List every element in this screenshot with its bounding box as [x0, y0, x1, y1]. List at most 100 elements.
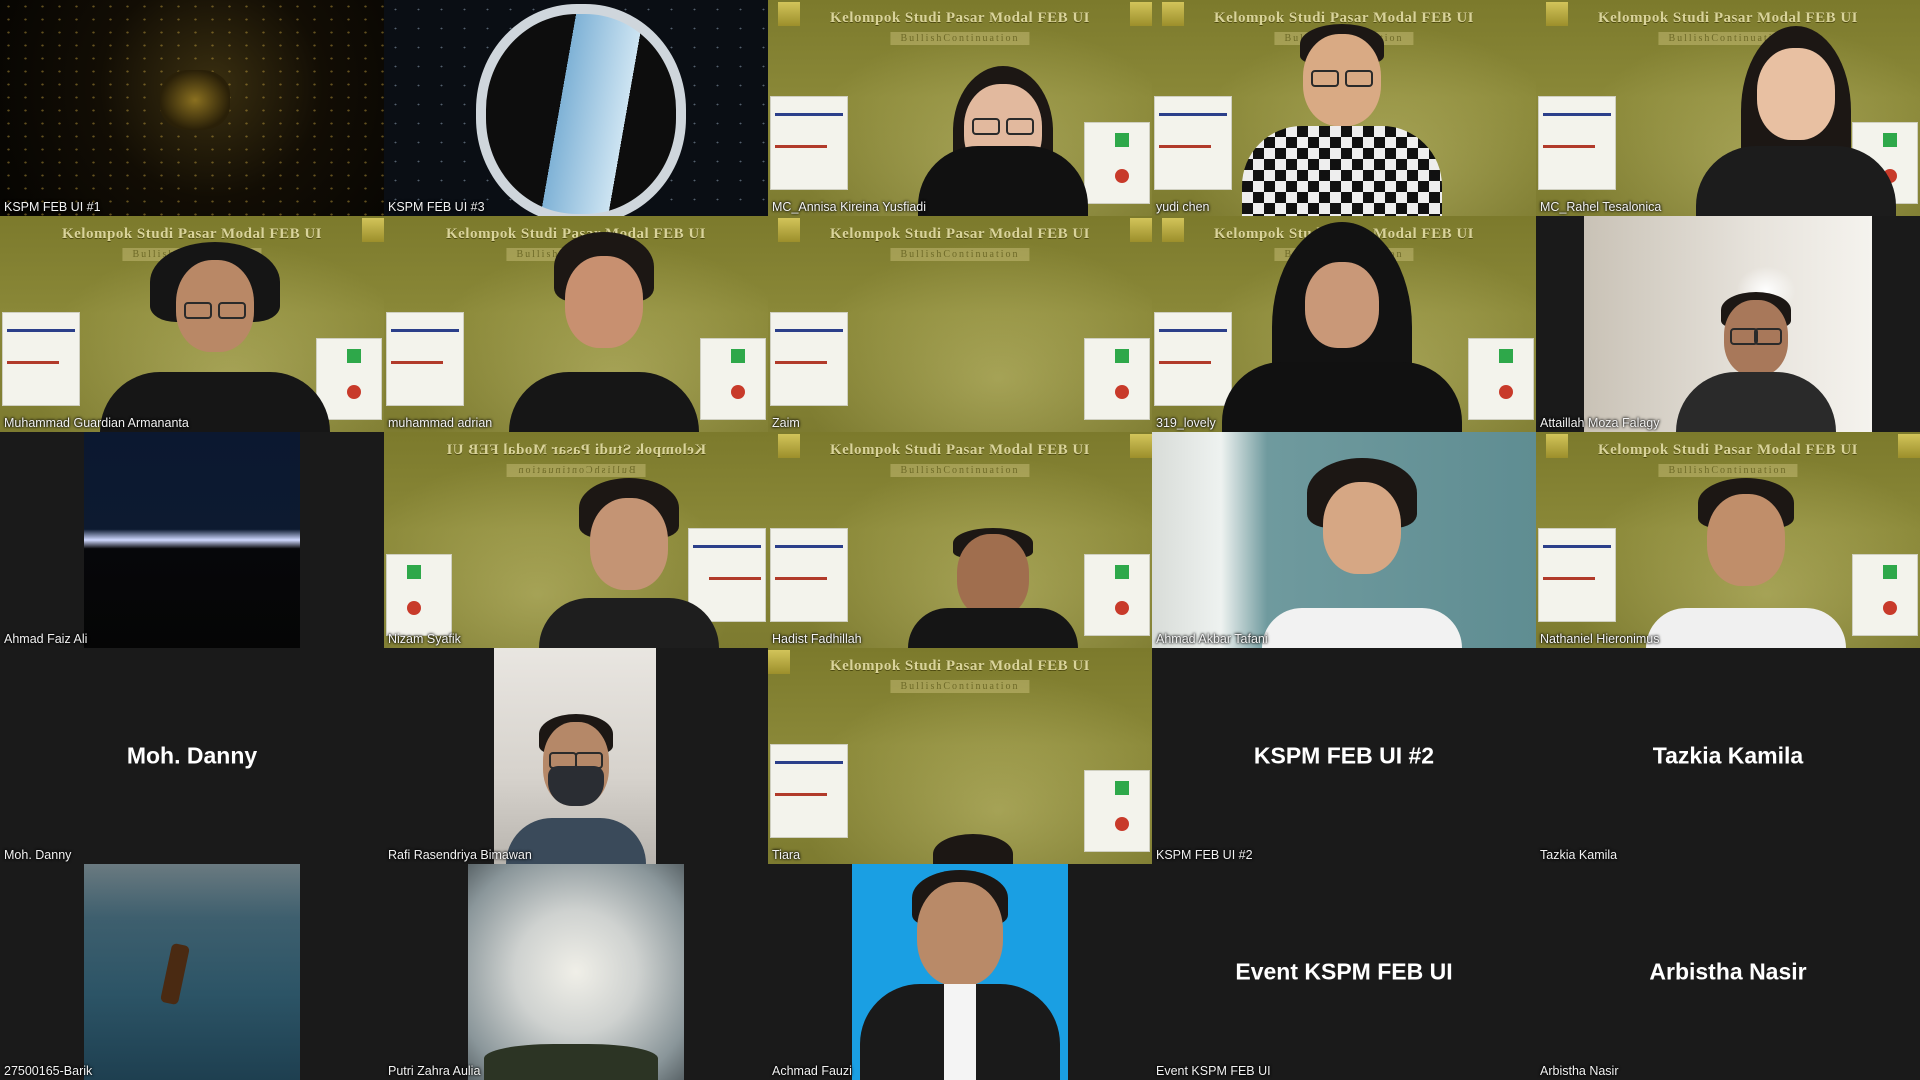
banner-subtitle: BullishContinuation	[506, 464, 646, 477]
banner-title: Kelompok Studi Pasar Modal FEB UI	[1597, 442, 1858, 458]
kspm-logo	[1130, 218, 1152, 242]
kspm-logo	[1546, 434, 1568, 458]
participant-display-name: Arbistha Nasir	[1649, 958, 1807, 985]
media-partner-panel	[1084, 770, 1150, 852]
participant-video	[1646, 478, 1846, 648]
video-tile[interactable]: Kelompok Studi Pasar Modal FEB UI Bullis…	[768, 0, 1152, 216]
video-tile[interactable]: 27500165-Barik	[0, 864, 384, 1080]
virtual-background: Kelompok Studi Pasar Modal FEB UI Bullis…	[768, 216, 1152, 432]
media-partner-panel	[1852, 554, 1918, 636]
kspm-logo	[1546, 2, 1568, 26]
participant-video	[1232, 16, 1452, 216]
sponsor-panel	[1154, 96, 1232, 190]
banner-subtitle: BullishContinuation	[1658, 464, 1798, 477]
participant-name: Putri Zahra Aulia	[388, 1064, 481, 1078]
kspm-logo	[1898, 434, 1920, 458]
video-tile[interactable]: Kelompok Studi Pasar Modal FEB UI Bullis…	[768, 648, 1152, 864]
banner-subtitle: BullishContinuation	[890, 248, 1030, 261]
participant-video	[908, 528, 1078, 648]
kspm-logo	[778, 434, 800, 458]
banner-title: Kelompok Studi Pasar Modal FEB UI	[61, 226, 322, 242]
video-tile[interactable]: Kelompok Studi Pasar Modal FEB UI Bullis…	[1536, 0, 1920, 216]
participant-name: 27500165-Barik	[4, 1064, 93, 1078]
video-tile[interactable]: KSPM FEB UI #3	[384, 0, 768, 216]
video-tile[interactable]: Ahmad Akbar Tafani	[1152, 432, 1536, 648]
participant-video	[860, 864, 1060, 1080]
participant-name: Rafi Rasendriya Bimawan	[388, 848, 532, 862]
participant-display-name: KSPM FEB UI #2	[1253, 742, 1435, 769]
video-tile[interactable]: Attaillah Moza Falagy	[1536, 216, 1920, 432]
kspm-logo	[768, 650, 790, 674]
participant-name: Tiara	[772, 848, 801, 862]
video-tile[interactable]: Arbistha Nasir Arbistha Nasir	[1536, 864, 1920, 1080]
video-tile[interactable]: Kelompok Studi Pasar Modal FEB UI Bullis…	[768, 432, 1152, 648]
participant-video	[1262, 458, 1462, 648]
participant-video	[1696, 26, 1896, 216]
video-tile[interactable]: Kelompok Studi Pasar Modal FEB UI Bullis…	[384, 432, 768, 648]
participant-name: KSPM FEB UI #1	[4, 200, 101, 214]
video-tile[interactable]: Kelompok Studi Pasar Modal FEB UI Bullis…	[0, 216, 384, 432]
kspm-logo	[778, 218, 800, 242]
video-tile[interactable]: Kelompok Studi Pasar Modal FEB UI Bullis…	[768, 216, 1152, 432]
video-tile[interactable]: Putri Zahra Aulia	[384, 864, 768, 1080]
video-tile[interactable]: Rafi Rasendriya Bimawan	[384, 648, 768, 864]
participant-name: Muhammad Guardian Armananta	[4, 416, 189, 430]
participant-name: muhammad adrian	[388, 416, 493, 430]
video-tile[interactable]: Kelompok Studi Pasar Modal FEB UI Bullis…	[1152, 216, 1536, 432]
video-tile[interactable]: Tazkia Kamila Tazkia Kamila	[1536, 648, 1920, 864]
media-partner-panel	[700, 338, 766, 420]
sponsor-panel	[770, 528, 848, 622]
banner-title: Kelompok Studi Pasar Modal FEB UI	[446, 442, 707, 458]
face-mask	[548, 766, 604, 806]
video-tile[interactable]: Kelompok Studi Pasar Modal FEB UI Bullis…	[384, 216, 768, 432]
participant-name: Zaim	[772, 416, 800, 430]
participant-name: KSPM FEB UI #2	[1156, 848, 1253, 862]
participant-name: Attaillah Moza Falagy	[1540, 416, 1660, 430]
participant-display-name: Moh. Danny	[126, 742, 258, 769]
logo-image	[160, 70, 230, 130]
video-tile[interactable]: Moh. Danny Moh. Danny	[0, 648, 384, 864]
participant-name: MC_Rahel Tesalonica	[1540, 200, 1662, 214]
participant-name: KSPM FEB UI #3	[388, 200, 485, 214]
sponsor-panel	[1538, 96, 1616, 190]
participant-name: Nizam Syafik	[388, 632, 461, 646]
banner-title: Kelompok Studi Pasar Modal FEB UI	[829, 442, 1090, 458]
participant-name: Tazkia Kamila	[1540, 848, 1618, 862]
sponsor-panel	[1538, 528, 1616, 622]
video-tile[interactable]: KSPM FEB UI #1	[0, 0, 384, 216]
media-partner-panel	[1084, 338, 1150, 420]
participant-video	[534, 478, 724, 648]
participant-video	[1222, 222, 1462, 432]
participant-video	[506, 714, 646, 864]
water-photo	[84, 864, 300, 1080]
participant-name: Ahmad Akbar Tafani	[1156, 632, 1268, 646]
participant-name: 319_lovely	[1156, 416, 1216, 430]
video-tile[interactable]: Ahmad Faiz Ali	[0, 432, 384, 648]
banner-subtitle: BullishContinuation	[890, 32, 1030, 45]
tree-silhouette	[484, 1044, 658, 1080]
participant-video	[918, 66, 1088, 216]
participant-video	[918, 834, 1028, 864]
sponsor-panel	[1154, 312, 1232, 406]
banner-title: Kelompok Studi Pasar Modal FEB UI	[829, 658, 1090, 674]
night-city-photo	[84, 432, 300, 648]
sponsor-panel	[770, 312, 848, 406]
participant-name: Moh. Danny	[4, 848, 72, 862]
participant-video	[1676, 292, 1836, 432]
sponsor-panel	[386, 312, 464, 406]
kspm-logo	[362, 218, 384, 242]
participant-name: Achmad Fauzi	[772, 1064, 852, 1078]
video-tile[interactable]: Achmad Fauzi	[768, 864, 1152, 1080]
video-tile[interactable]: Kelompok Studi Pasar Modal FEB UI Bullis…	[1536, 432, 1920, 648]
astronaut-helmet-image	[476, 4, 686, 216]
participant-video	[504, 232, 704, 432]
video-tile[interactable]: Event KSPM FEB UI Event KSPM FEB UI	[1152, 864, 1536, 1080]
sponsor-panel	[770, 96, 848, 190]
participant-name: Arbistha Nasir	[1540, 1064, 1619, 1078]
banner-title: Kelompok Studi Pasar Modal FEB UI	[829, 10, 1090, 26]
participant-name: Hadist Fadhillah	[772, 632, 862, 646]
participant-name: MC_Annisa Kireina Yusfiadi	[772, 200, 927, 214]
banner-title: Kelompok Studi Pasar Modal FEB UI	[1597, 10, 1858, 26]
video-tile[interactable]: Kelompok Studi Pasar Modal FEB UI Bullis…	[1152, 0, 1536, 216]
video-tile[interactable]: KSPM FEB UI #2 KSPM FEB UI #2	[1152, 648, 1536, 864]
